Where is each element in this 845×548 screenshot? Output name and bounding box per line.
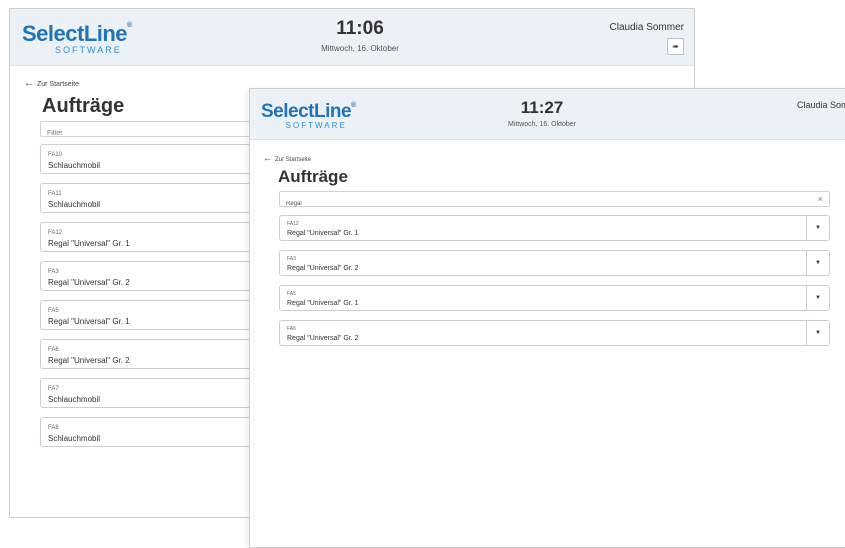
order-description: Schlauchmobil [48, 161, 101, 170]
expand-toggle-button[interactable]: ▼ [806, 286, 829, 310]
order-code: FA7 [48, 386, 59, 392]
expand-toggle-button[interactable]: ▼ [806, 216, 829, 240]
order-description: Schlauchmobil [48, 200, 101, 209]
order-code: FA8 [48, 425, 59, 431]
filter-field[interactable]: × [279, 191, 830, 211]
order-description: Regal "Universal" Gr. 2 [287, 265, 359, 272]
clear-filter-icon[interactable]: × [818, 194, 823, 204]
order-code: FA12 [48, 230, 63, 236]
clock-time: 11:27 [520, 98, 564, 117]
order-description: Regal "Universal" Gr. 2 [48, 356, 130, 365]
logo-text: SelectLine [22, 21, 128, 46]
chevron-down-icon: ▼ [815, 295, 821, 301]
selectline-logo: SelectLine® SOFTWARE [261, 101, 356, 130]
back-link-label: Zur Startseite [275, 157, 312, 163]
order-code: FA5 [48, 308, 59, 314]
order-description: Regal "Universal" Gr. 2 [48, 278, 130, 287]
expand-toggle-button[interactable]: ▼ [806, 251, 829, 275]
expand-toggle-button[interactable]: ▼ [806, 321, 829, 345]
order-description: Regal "Universal" Gr. 1 [287, 300, 359, 307]
user-name: Claudia Sommer [796, 100, 845, 110]
chevron-down-icon: ▼ [815, 330, 821, 336]
app-header: SelectLine® SOFTWARE 11:06 Mittwoch, 16.… [10, 9, 694, 66]
order-code: FA6 [48, 347, 59, 353]
order-code: FA11 [48, 191, 62, 197]
chevron-down-icon: ▼ [815, 225, 821, 231]
back-to-start-link[interactable]: ← Zur Startseite [263, 153, 311, 163]
order-description: Regal "Universal" Gr. 2 [287, 335, 359, 342]
logo-registered: ® [351, 102, 356, 109]
clock-time: 11:06 [336, 18, 384, 39]
logo-registered: ® [127, 22, 132, 29]
page-title: Aufträge [42, 95, 125, 117]
order-description: Schlauchmobil [48, 395, 101, 404]
chevron-down-icon: ▼ [815, 260, 821, 266]
arrow-left-icon: ← [24, 78, 34, 89]
page-title: Aufträge [278, 167, 348, 186]
order-list: FA12 Regal "Universal" Gr. 1 ▼ FA3 Regal… [279, 215, 830, 355]
back-link-label: Zur Startseite [37, 81, 80, 88]
order-description: Regal "Universal" Gr. 1 [48, 239, 130, 248]
arrow-left-icon: ← [263, 153, 272, 163]
logout-button[interactable]: ➠ [667, 38, 684, 55]
clock: 11:06 Mittwoch, 16. Oktober [280, 18, 440, 53]
logout-icon: ➠ [672, 42, 679, 51]
user-area: Claudia Sommer ➠ [610, 22, 684, 55]
order-code: FA10 [48, 152, 63, 158]
order-code: FA3 [287, 256, 296, 262]
order-code: FA6 [287, 326, 296, 332]
order-description: Regal "Universal" Gr. 1 [287, 230, 359, 237]
filter-input[interactable] [280, 197, 747, 211]
selectline-logo: SelectLine® SOFTWARE [22, 21, 132, 55]
order-card[interactable]: FA5 Regal "Universal" Gr. 1 ▼ [279, 285, 830, 311]
clock-date: Mittwoch, 16. Oktober [321, 44, 399, 53]
order-description: Schlauchmobil [48, 434, 101, 443]
logo-text: SelectLine [261, 101, 352, 122]
order-code: FA12 [287, 221, 299, 227]
clock: 11:27 Mittwoch, 16. Oktober [462, 98, 622, 128]
user-name: Claudia Sommer [609, 22, 684, 33]
order-code: FA3 [48, 269, 59, 275]
order-card[interactable]: FA12 Regal "Universal" Gr. 1 ▼ [279, 215, 830, 241]
front-window: SelectLine® SOFTWARE 11:27 Mittwoch, 16.… [249, 88, 845, 548]
order-code: FA5 [287, 291, 296, 297]
order-card[interactable]: FA3 Regal "Universal" Gr. 2 ▼ [279, 250, 830, 276]
order-card[interactable]: FA6 Regal "Universal" Gr. 2 ▼ [279, 320, 830, 346]
back-to-start-link[interactable]: ← Zur Startseite [24, 78, 79, 89]
clock-date: Mittwoch, 16. Oktober [507, 121, 577, 128]
app-header: SelectLine® SOFTWARE 11:27 Mittwoch, 16.… [250, 89, 845, 140]
user-area: Claudia Sommer ➠ [797, 100, 845, 129]
order-description: Regal "Universal" Gr. 1 [48, 317, 130, 326]
